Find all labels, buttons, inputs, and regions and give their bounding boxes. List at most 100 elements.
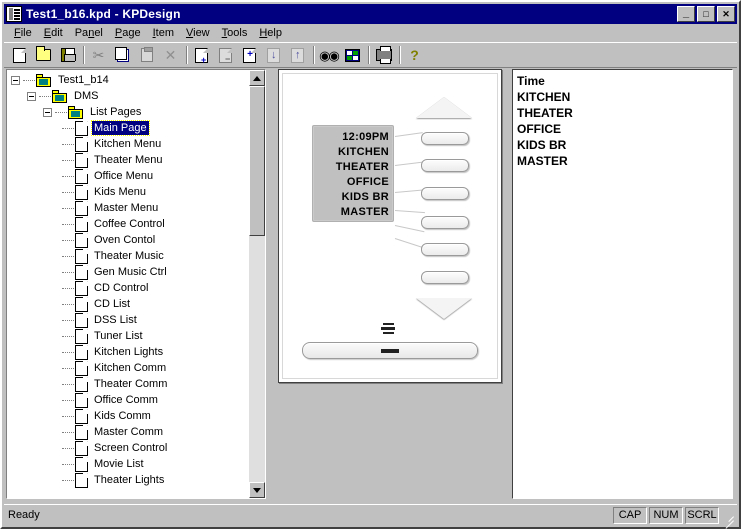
- move-up-icon[interactable]: [286, 44, 309, 66]
- menu-page[interactable]: Page: [109, 26, 147, 40]
- tree-node-page[interactable]: Theater Lights: [11, 472, 249, 488]
- menu-edit[interactable]: Edit: [38, 26, 69, 40]
- remove-page-icon[interactable]: −: [214, 44, 237, 66]
- tree-node-page[interactable]: Master Comm: [11, 424, 249, 440]
- tree-node-page[interactable]: Gen Music Ctrl: [11, 264, 249, 280]
- tree-node-root[interactable]: Test1_b14: [11, 72, 249, 88]
- page-document-icon: [75, 344, 88, 360]
- resize-grip-icon[interactable]: [721, 508, 735, 522]
- page-document-icon: [75, 152, 88, 168]
- tree-node-page[interactable]: Theater Menu: [11, 152, 249, 168]
- tree-connector: [62, 255, 74, 257]
- tree-connector: [23, 79, 35, 81]
- tree-node-page[interactable]: Theater Comm: [11, 376, 249, 392]
- tree-node-page[interactable]: Theater Music: [11, 248, 249, 264]
- maximize-button[interactable]: □: [697, 6, 715, 22]
- delete-x-icon[interactable]: ✕: [159, 44, 182, 66]
- menu-file[interactable]: File: [8, 26, 38, 40]
- menu-tools[interactable]: Tools: [216, 26, 254, 40]
- expander-icon[interactable]: [11, 75, 20, 85]
- add-page-icon[interactable]: +: [190, 44, 213, 66]
- tree-node-page[interactable]: Kids Comm: [11, 408, 249, 424]
- tree-node-page[interactable]: CD List: [11, 296, 249, 312]
- keypad-button-6[interactable]: [421, 271, 469, 284]
- menu-help[interactable]: Help: [253, 26, 288, 40]
- tree-node-page[interactable]: Movie List: [11, 456, 249, 472]
- grid-icon[interactable]: [341, 44, 364, 66]
- tree-node-page[interactable]: Tuner List: [11, 328, 249, 344]
- list-item[interactable]: OFFICE: [517, 121, 732, 137]
- tree-node-page[interactable]: Kitchen Lights: [11, 344, 249, 360]
- tree-node-label: DSS List: [94, 314, 137, 326]
- new-file-icon[interactable]: [8, 44, 31, 66]
- tree-node-page[interactable]: Office Menu: [11, 168, 249, 184]
- tree-node-page[interactable]: Coffee Control: [11, 216, 249, 232]
- keypad-canvas[interactable]: 12:09PM KITCHEN THEATER OFFICE KIDS BR M…: [278, 69, 502, 383]
- expander-icon[interactable]: [43, 107, 52, 117]
- move-down-icon[interactable]: [262, 44, 285, 66]
- keypad-button-1[interactable]: [421, 132, 469, 145]
- copy-icon[interactable]: [111, 44, 134, 66]
- menu-view-rest: iew: [193, 26, 210, 39]
- save-disk-icon[interactable]: [56, 44, 79, 66]
- menu-view[interactable]: View: [180, 26, 216, 40]
- new-page-plus-icon[interactable]: +: [238, 44, 261, 66]
- tree-node-page[interactable]: Kids Menu: [11, 184, 249, 200]
- scroll-down-button[interactable]: [249, 482, 265, 498]
- menu-item[interactable]: Item: [147, 26, 180, 40]
- menu-page-rest: age: [122, 26, 141, 39]
- status-message: Ready: [8, 509, 40, 521]
- tree-connector: [39, 95, 51, 97]
- scroll-up-button[interactable]: [249, 70, 265, 86]
- item-list-panel[interactable]: Time KITCHEN THEATER OFFICE KIDS BR MAST…: [512, 69, 733, 499]
- list-item[interactable]: KIDS BR: [517, 137, 732, 153]
- scroll-up-triangle[interactable]: [416, 97, 472, 118]
- cut-scissors-icon[interactable]: ✂: [87, 44, 110, 66]
- scrollbar-thumb[interactable]: [249, 86, 265, 236]
- expander-icon[interactable]: [27, 91, 36, 101]
- print-icon[interactable]: [372, 44, 395, 66]
- scroll-down-triangle[interactable]: [416, 298, 472, 319]
- help-question-icon[interactable]: ?: [403, 44, 426, 66]
- minimize-button[interactable]: _: [677, 6, 695, 22]
- tree-node-page[interactable]: DSS List: [11, 312, 249, 328]
- wide-rocker-button[interactable]: [302, 342, 478, 359]
- tree-node-list-pages[interactable]: List Pages: [11, 104, 249, 120]
- toolbar-separator-3: [310, 45, 317, 65]
- tree-node-page[interactable]: Main Page: [11, 120, 249, 136]
- scroll-up-arrow-icon: [253, 75, 261, 81]
- tree-node-label: Kids Menu: [94, 186, 146, 198]
- list-item[interactable]: KITCHEN: [517, 89, 732, 105]
- page-document-icon: [75, 264, 88, 280]
- keypad-button-4[interactable]: [421, 216, 469, 229]
- list-item[interactable]: Time: [517, 73, 732, 89]
- keypad-button-3[interactable]: [421, 187, 469, 200]
- tree-node-page[interactable]: CD Control: [11, 280, 249, 296]
- list-item[interactable]: MASTER: [517, 153, 732, 169]
- list-item[interactable]: THEATER: [517, 105, 732, 121]
- keypad-button-2[interactable]: [421, 159, 469, 172]
- open-folder-icon[interactable]: [32, 44, 55, 66]
- lcd-line: OFFICE: [346, 176, 389, 188]
- lcd-display[interactable]: 12:09PM KITCHEN THEATER OFFICE KIDS BR M…: [312, 125, 394, 222]
- keypad-button-5[interactable]: [421, 243, 469, 256]
- tree-node-page[interactable]: Screen Control: [11, 440, 249, 456]
- tree-vertical-scrollbar[interactable]: [249, 70, 265, 498]
- close-button[interactable]: ✕: [717, 6, 735, 22]
- tree-node-page[interactable]: Office Comm: [11, 392, 249, 408]
- paste-clipboard-icon[interactable]: [135, 44, 158, 66]
- tree-node-page[interactable]: Kitchen Menu: [11, 136, 249, 152]
- menu-panel[interactable]: Panel: [69, 26, 109, 40]
- design-panel: 12:09PM KITCHEN THEATER OFFICE KIDS BR M…: [272, 69, 508, 499]
- find-binoculars-icon[interactable]: ◉◉: [317, 44, 340, 66]
- hamburger-bars-icon[interactable]: [381, 323, 395, 335]
- application-icon: [6, 6, 22, 22]
- tree-node-dms[interactable]: DMS: [11, 88, 249, 104]
- tree-node-page[interactable]: Oven Contol: [11, 232, 249, 248]
- tree-node-page[interactable]: Master Menu: [11, 200, 249, 216]
- tree-node-page[interactable]: Kitchen Comm: [11, 360, 249, 376]
- scrollbar-track[interactable]: [249, 86, 265, 482]
